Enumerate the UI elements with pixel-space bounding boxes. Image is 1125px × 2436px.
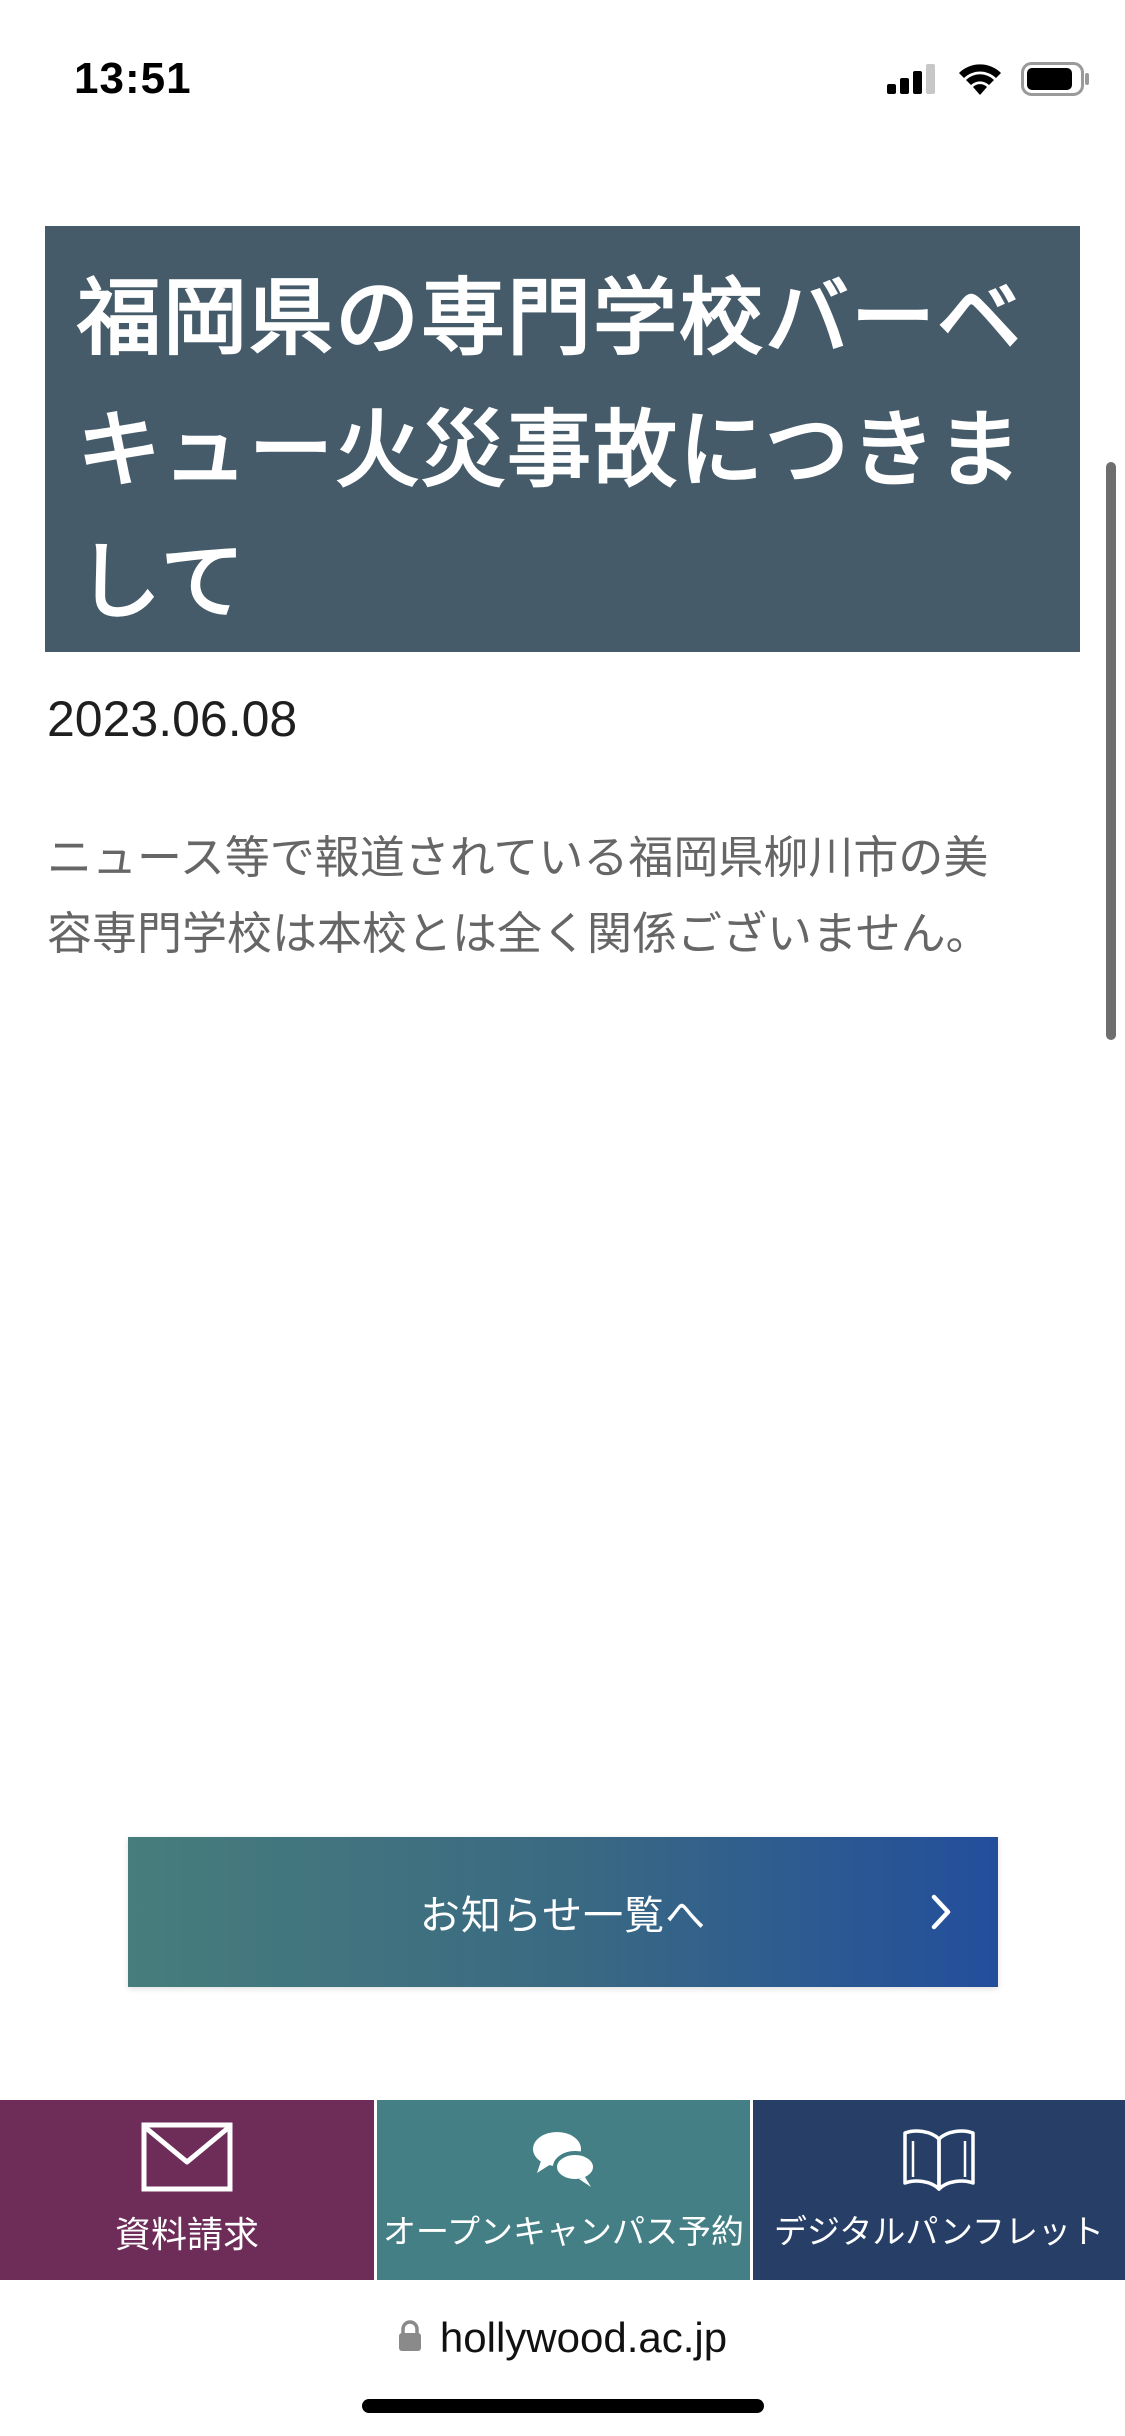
article-body: ニュース等で報道されている福岡県柳川市の美 容専門学校は本校とは全く関係ございま… — [47, 820, 1057, 972]
article-date: 2023.06.08 — [47, 691, 298, 747]
news-list-button[interactable]: お知らせ一覧へ — [128, 1837, 998, 1987]
scroll-indicator[interactable] — [1106, 462, 1116, 1040]
article-body-line: 容専門学校は本校とは全く関係ございません。 — [47, 907, 991, 960]
article-body-line: ニュース等で報道されている福岡県柳川市の美 — [47, 831, 989, 884]
article-title-line: キュー火災事故につきま — [77, 401, 1024, 499]
open-book-icon — [901, 2127, 977, 2195]
nav-item-request-materials[interactable]: 資料請求 — [0, 2100, 374, 2280]
article-title-line: して — [77, 533, 247, 631]
status-bar: 13:51 — [0, 0, 1125, 150]
home-indicator[interactable] — [362, 2399, 764, 2413]
status-icons — [887, 62, 1091, 100]
envelope-icon — [141, 2122, 233, 2196]
article-title-line: 福岡県の専門学校バーベ — [77, 269, 1024, 367]
nav-item-digital-pamphlet[interactable]: デジタルパンフレット — [753, 2100, 1125, 2280]
nav-label-digital-pamphlet: デジタルパンフレット — [774, 2212, 1104, 2251]
nav-label-open-campus: オープンキャンパス予約 — [382, 2212, 745, 2251]
wifi-icon — [957, 62, 1003, 100]
chevron-right-icon — [926, 1889, 956, 1935]
cellular-signal-icon — [887, 64, 939, 98]
lock-icon — [398, 2320, 422, 2356]
url-domain: hollywood.ac.jp — [439, 2314, 728, 2361]
battery-icon — [1021, 62, 1091, 100]
article-title: 福岡県の専門学校バーベ キュー火災事故につきま して — [77, 252, 1050, 648]
url-content: hollywood.ac.jp — [0, 2314, 1125, 2362]
bottom-nav: 資料請求 オープンキャンパス予約 デジタルパンフレット — [0, 2100, 1125, 2280]
chat-bubbles-icon — [529, 2127, 599, 2195]
news-list-label: お知らせ一覧へ — [419, 1893, 707, 1939]
nav-label-request-materials: 資料請求 — [114, 2215, 259, 2256]
nav-item-open-campus[interactable]: オープンキャンパス予約 — [377, 2100, 750, 2280]
status-time: 13:51 — [74, 54, 192, 103]
article-title-box: 福岡県の専門学校バーベ キュー火災事故につきま して — [45, 226, 1080, 652]
